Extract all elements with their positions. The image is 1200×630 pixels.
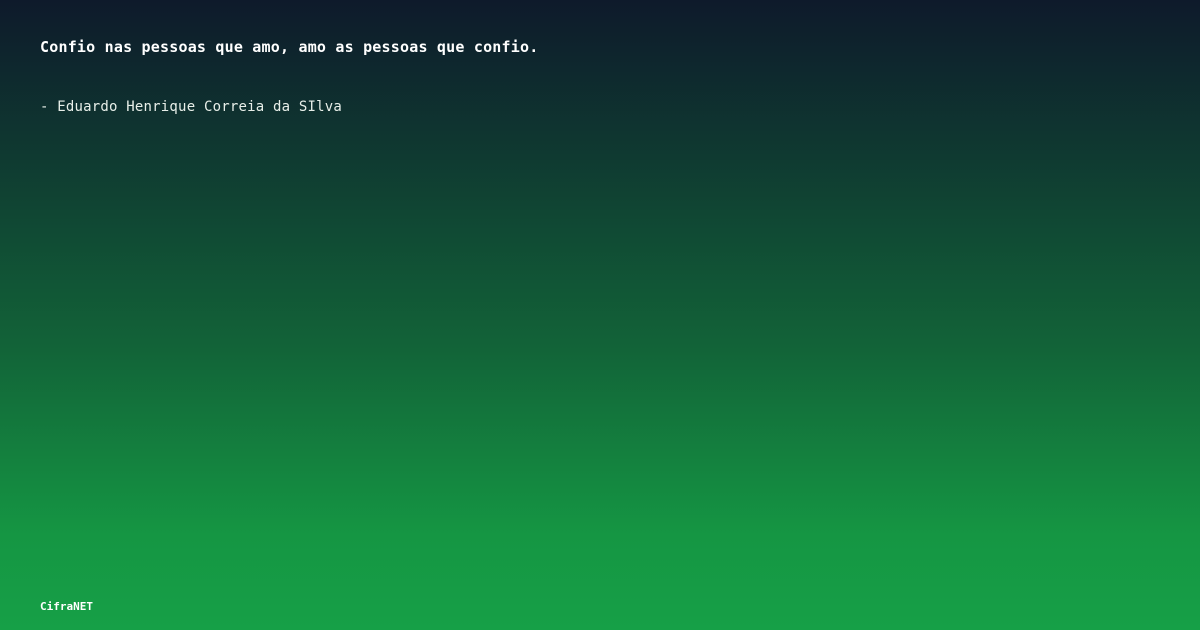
quote-text: Confio nas pessoas que amo, amo as pesso…: [40, 38, 539, 56]
quote-card: Confio nas pessoas que amo, amo as pesso…: [0, 0, 1200, 630]
brand-logo-text: CifraNET: [40, 600, 93, 613]
quote-author: - Eduardo Henrique Correia da SIlva: [40, 99, 343, 115]
